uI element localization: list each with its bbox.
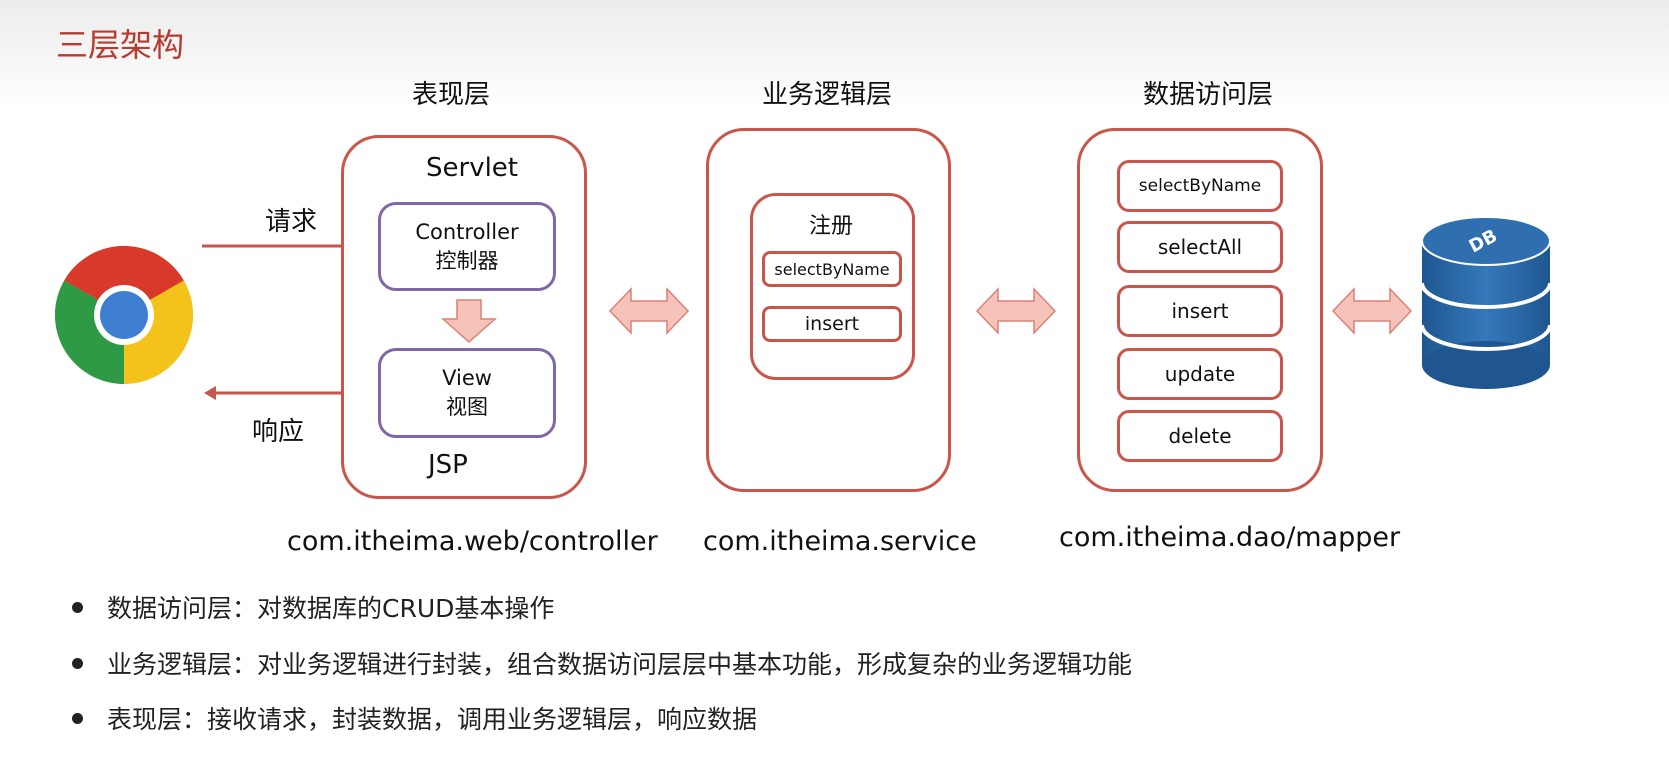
dao-method-selectall: selectAll: [1117, 221, 1283, 273]
controller-box: Controller 控制器: [378, 202, 556, 291]
slide-title: 三层架构: [56, 26, 185, 64]
response-label: 响应: [252, 417, 305, 447]
view-box: View 视图: [378, 348, 556, 438]
business-method-label: insert: [804, 313, 860, 335]
double-arrow-3: [1331, 287, 1413, 335]
business-method-insert: insert: [762, 306, 902, 342]
bullet-dot: [72, 657, 83, 669]
dao-method-selectbyname: selectByName: [1117, 160, 1283, 212]
bullet-text: 业务逻辑层：对业务逻辑进行封装，组合数据访问层层中基本功能，形成复杂的业务逻辑功…: [107, 650, 1133, 679]
business-method-selectbyname: selectByName: [762, 251, 902, 287]
dao-method-label: update: [1164, 362, 1236, 386]
bullet-item: 业务逻辑层：对业务逻辑进行封装，组合数据访问层层中基本功能，形成复杂的业务逻辑功…: [72, 645, 1132, 681]
bullet-dot: [72, 601, 83, 613]
dao-method-update: update: [1117, 348, 1283, 400]
presentation-package: com.itheima.web/controller: [287, 526, 658, 557]
controller-cn-label: 控制器: [435, 248, 499, 273]
double-arrow-2: [975, 287, 1057, 335]
request-label: 请求: [265, 207, 318, 237]
business-method-label: selectByName: [774, 259, 890, 279]
bullet-text: 数据访问层：对数据库的CRUD基本操作: [107, 594, 555, 623]
servlet-label: Servlet: [426, 153, 518, 183]
data-access-package: com.itheima.dao/mapper: [1059, 522, 1401, 553]
database-icon: DB: [1420, 216, 1552, 389]
bullet-item: 表现层：接收请求，封装数据，调用业务逻辑层，响应数据: [72, 700, 757, 736]
business-package: com.itheima.service: [703, 526, 977, 557]
dao-method-label: selectByName: [1138, 176, 1262, 196]
controller-label: Controller: [415, 219, 519, 244]
bullet-dot: [72, 712, 83, 724]
double-arrow-1: [608, 287, 690, 335]
presentation-layer-title: 表现层: [412, 80, 491, 110]
view-label: View: [442, 366, 492, 390]
data-access-layer-title: 数据访问层: [1143, 80, 1274, 110]
dao-method-label: delete: [1168, 424, 1232, 448]
business-layer-title: 业务逻辑层: [762, 80, 893, 110]
dao-method-label: selectAll: [1157, 235, 1243, 259]
bullet-text: 表现层：接收请求，封装数据，调用业务逻辑层，响应数据: [107, 705, 758, 734]
dao-method-delete: delete: [1117, 410, 1283, 462]
bullet-item: 数据访问层：对数据库的CRUD基本操作: [72, 589, 554, 625]
down-arrow: [441, 299, 497, 344]
dao-method-insert: insert: [1117, 285, 1283, 337]
dao-method-label: insert: [1171, 299, 1229, 323]
chrome-browser-icon: [54, 245, 194, 384]
register-label: 注册: [809, 214, 854, 239]
jsp-label: JSP: [428, 450, 468, 480]
view-cn-label: 视图: [446, 395, 488, 419]
